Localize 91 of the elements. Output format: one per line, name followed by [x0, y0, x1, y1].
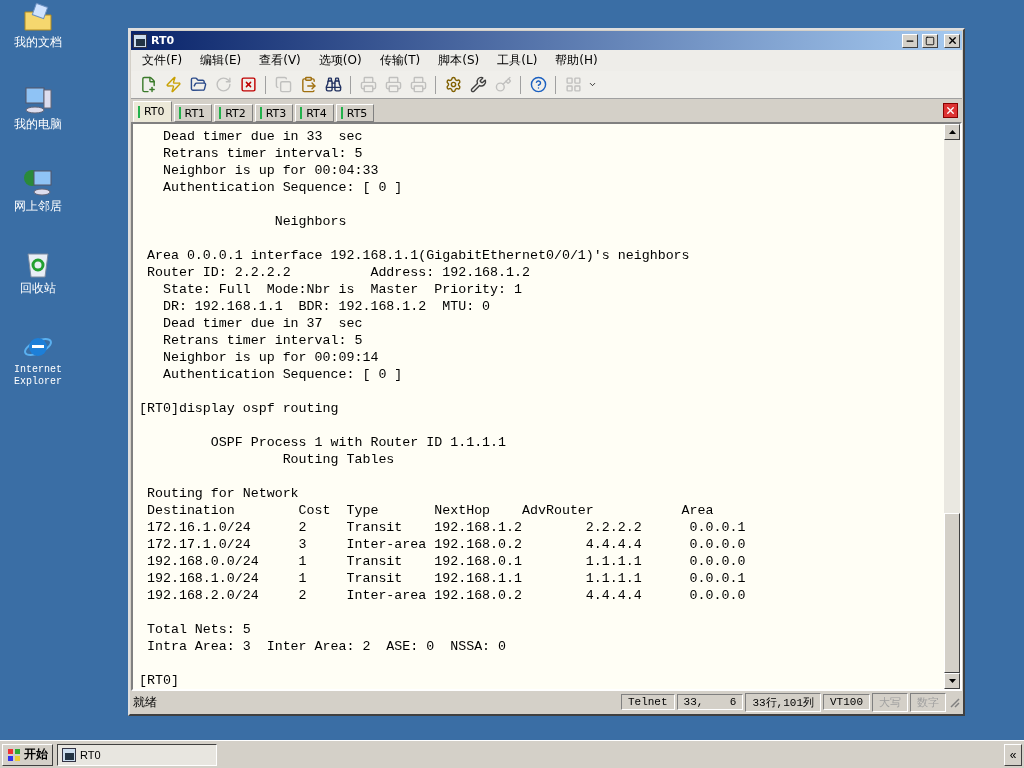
terminal-line: State: Full Mode:Nbr is Master Priority: 1	[161, 281, 523, 298]
printer-icon	[409, 76, 427, 93]
terminal-line: DR: 192.168.1.1 BDR: 192.168.1.2 MTU: 0	[161, 298, 492, 315]
terminal-line: Router ID: 2.2.2.2 Address: 192.168.1.2	[145, 264, 531, 281]
terminal-line: Neighbors	[273, 213, 348, 230]
terminal-line: Area 0.0.0.1 interface 192.168.1.1(GigabitEthernet0/0/1)'s neighbors	[145, 247, 691, 264]
desktop-icon-label[interactable]: 网上邻居	[14, 200, 62, 212]
maximize-button[interactable]	[922, 33, 938, 48]
window-app-icon	[133, 33, 147, 48]
status-field: Telnet	[620, 694, 675, 710]
session-tab[interactable]: RT0	[133, 101, 172, 122]
terminal-line: Dead timer due in 33 sec	[161, 128, 364, 145]
terminal-line: OSPF Process 1 with Router ID 1.1.1.1	[209, 434, 508, 451]
lightning-icon	[164, 76, 182, 93]
printer-icon	[384, 76, 402, 93]
desktop-icon-label[interactable]: 回收站	[20, 282, 56, 294]
session-tab[interactable]: RT3	[254, 104, 294, 122]
menu-item[interactable]: 文件(F)	[135, 50, 190, 71]
minimize-button[interactable]	[902, 33, 918, 48]
terminal-line: 192.168.1.0/24 1 Transit 192.168.1.1 1.1.1.1 0.0.0.1	[145, 570, 747, 587]
terminal-line: Retrans timer interval: 5	[161, 332, 364, 349]
help-icon	[529, 76, 547, 93]
menu-item[interactable]: 传输(T)	[372, 50, 428, 71]
desktop-icon-label[interactable]: 我的电脑	[14, 118, 62, 130]
window-title: RT0	[151, 34, 176, 47]
session-tab[interactable]: RT5	[335, 104, 375, 122]
flag-icon	[7, 747, 21, 762]
resize-grip-icon[interactable]	[948, 696, 960, 708]
maximize-icon	[925, 35, 935, 46]
terminal-area[interactable]	[131, 122, 962, 691]
close-tab-button[interactable]	[943, 103, 958, 118]
window-app-icon	[62, 747, 76, 762]
menu-item[interactable]: 脚本(S)	[431, 50, 487, 71]
tray-expand-button[interactable]: «	[1004, 743, 1022, 766]
status-message: 就绪	[133, 693, 158, 711]
start-button[interactable]: 开始	[2, 743, 53, 766]
computer-icon	[22, 84, 54, 116]
scroll-up-button[interactable]	[944, 124, 960, 140]
terminal-line: Authentication Sequence: [ 0 ]	[161, 366, 404, 383]
close-button[interactable]	[944, 33, 960, 48]
printer-icon	[359, 76, 377, 93]
terminal-line: Dead timer due in 37 sec	[161, 315, 364, 332]
terminal-line: Routing Tables	[281, 451, 396, 468]
status-field: 33行,101列	[745, 692, 821, 712]
terminal-line: Retrans timer interval: 5	[161, 145, 364, 162]
menu-item[interactable]: 工具(L)	[490, 50, 545, 71]
desktop-icon-label[interactable]: 我的文档	[14, 36, 62, 48]
clipboard-icon	[299, 76, 317, 93]
down-triangle-icon	[948, 679, 956, 683]
folder-icon	[189, 76, 207, 93]
terminal-line: 172.17.1.0/24 3 Inter-area 192.168.0.2 4.4.4.4 0.0.0.0	[145, 536, 747, 553]
file-plus-icon	[139, 76, 157, 93]
taskbar-task[interactable]: RT0	[57, 743, 217, 766]
close-icon	[946, 35, 958, 46]
terminal-line: [RT0]	[139, 672, 180, 689]
refresh-icon	[214, 76, 232, 93]
terminal-line: [RT0]display ospf routing	[139, 400, 340, 417]
terminal-line: 192.168.2.0/24 2 Inter-area 192.168.0.2 4.4.4.4 0.0.0.0	[145, 587, 747, 604]
terminal-line: 192.168.0.0/24 1 Transit 192.168.0.1 1.1.1.1 0.0.0.0	[145, 553, 747, 570]
chevron-down-icon	[587, 80, 597, 89]
session-tab[interactable]: RT1	[173, 104, 213, 122]
terminal-line: Destination Cost Type NextHop AdvRouter Area	[145, 502, 715, 519]
binoculars-icon	[324, 76, 342, 93]
menu-item[interactable]: 选项(O)	[311, 50, 369, 71]
scroll-thumb[interactable]	[944, 513, 960, 673]
scroll-down-button[interactable]	[944, 673, 960, 689]
terminal-line: 172.16.1.0/24 2 Transit 192.168.1.2 2.2.2.2 0.0.0.1	[145, 519, 747, 536]
copy-icon	[274, 76, 292, 93]
terminal-line: Neighbor is up for 00:09:14	[161, 349, 380, 366]
grid-icon	[564, 76, 582, 93]
terminal-line: Authentication Sequence: [ 0 ]	[161, 179, 404, 196]
close-icon	[945, 105, 956, 116]
folder-icon	[22, 2, 54, 34]
terminal-line: Routing for Network	[145, 485, 300, 502]
session-tab[interactable]: RT4	[295, 104, 334, 122]
status-field: VT100	[823, 694, 870, 710]
close-square-icon	[239, 76, 257, 93]
terminal-line: Total Nets: 5	[145, 621, 252, 638]
menu-item[interactable]: 编辑(E)	[193, 50, 249, 71]
menu-item[interactable]: 查看(V)	[252, 50, 308, 71]
desktop-icon-label[interactable]: Internet Explorer	[8, 364, 68, 388]
scrollbar[interactable]	[944, 124, 960, 689]
menu-item[interactable]: 帮助(H)	[548, 50, 605, 71]
up-triangle-icon	[948, 130, 956, 134]
key-icon	[494, 76, 512, 93]
wrench-icon	[469, 76, 487, 93]
session-tab[interactable]: RT2	[214, 104, 253, 122]
terminal-line: Intra Area: 3 Inter Area: 2 ASE: 0 NSSA: 0	[145, 638, 508, 655]
settings-icon	[444, 76, 462, 93]
status-field: 33, 6	[676, 694, 744, 710]
terminal-line: Neighbor is up for 00:04:33	[161, 162, 380, 179]
